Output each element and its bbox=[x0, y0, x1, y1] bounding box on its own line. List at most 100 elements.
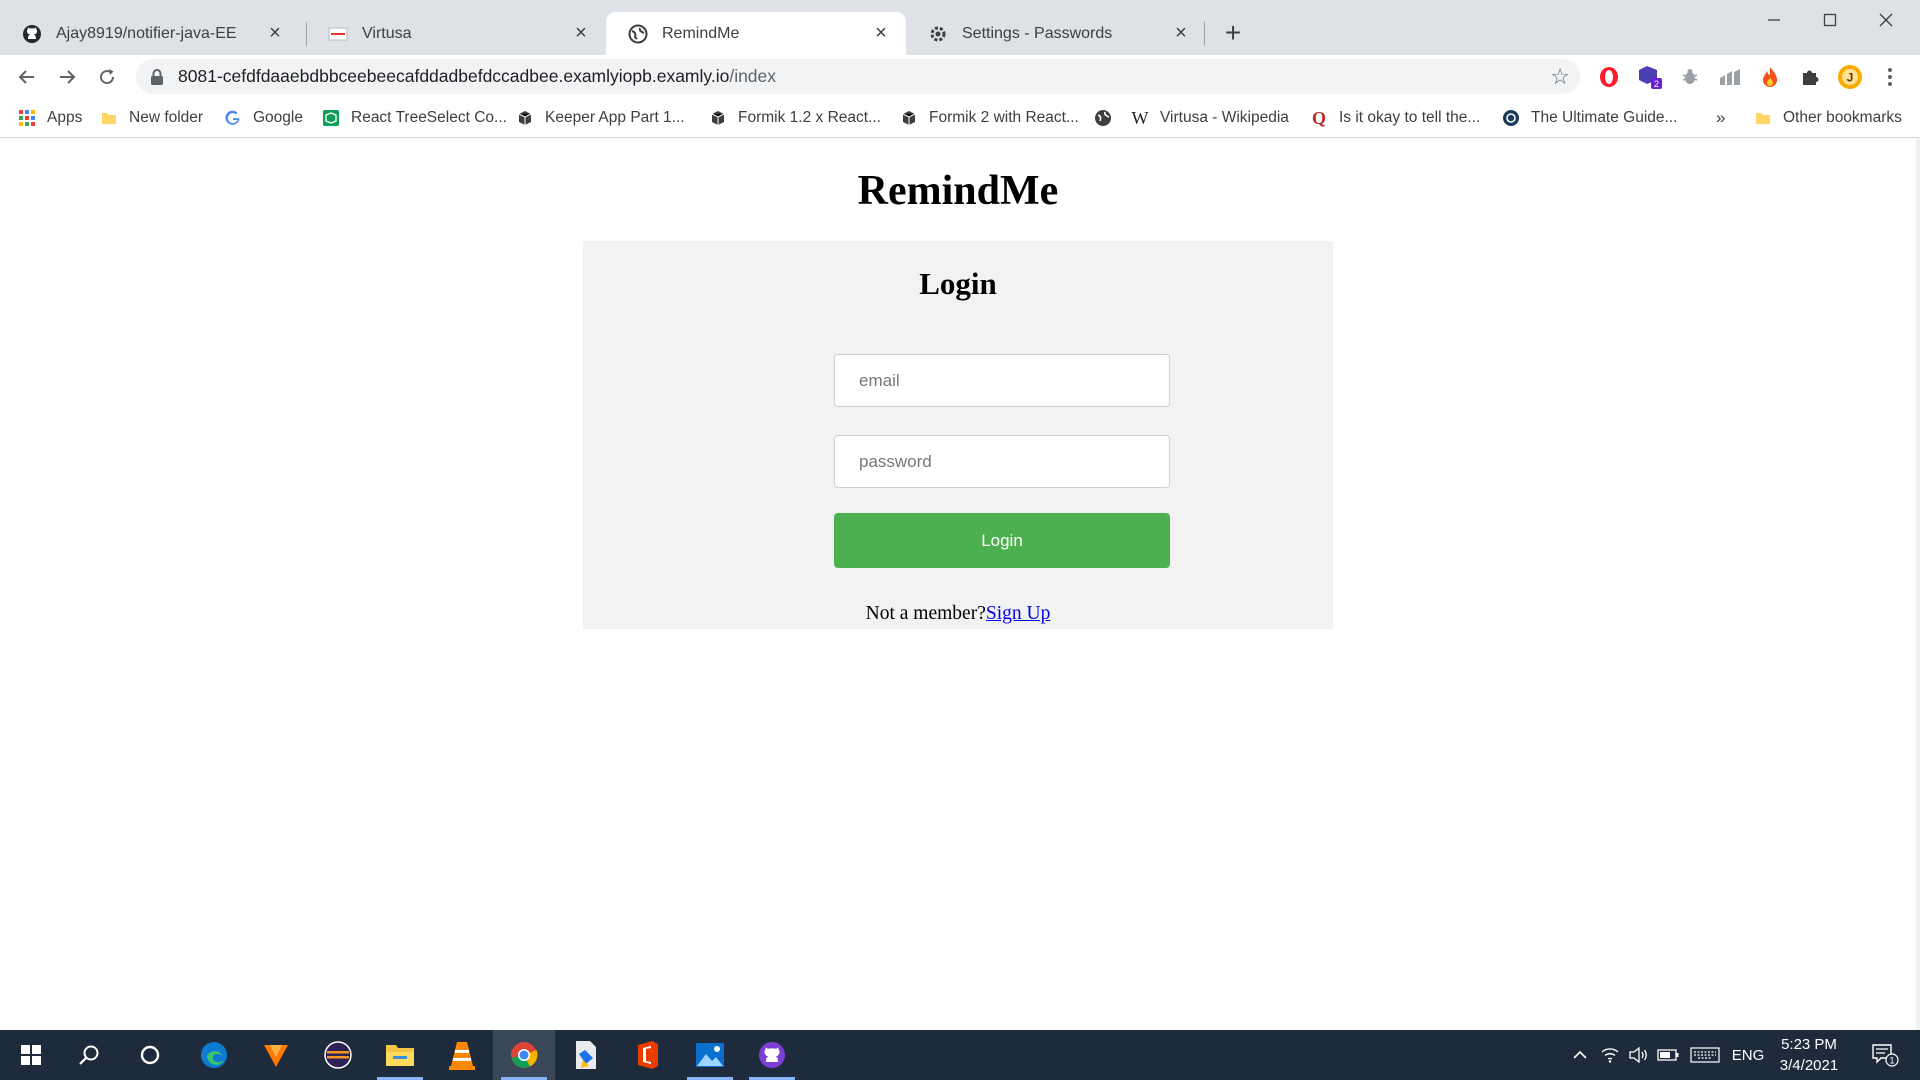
teams-extension-icon[interactable]: 2 bbox=[1637, 64, 1663, 90]
globe-icon bbox=[1094, 109, 1112, 127]
browser-toolbar: 8081-cefdfdaaebdbbceebeecafddadbefdccadb… bbox=[0, 55, 1920, 98]
tab-settings-passwords[interactable]: Settings - Passwords × bbox=[906, 12, 1206, 55]
minimize-icon[interactable] bbox=[1746, 0, 1802, 40]
maximize-icon[interactable] bbox=[1802, 0, 1858, 40]
close-icon[interactable]: × bbox=[870, 22, 892, 45]
signup-prompt-line: Not a member?Sign Up bbox=[583, 603, 1333, 625]
vlc-icon[interactable] bbox=[431, 1030, 493, 1080]
bookmark-google[interactable]: Google bbox=[224, 106, 303, 130]
notifications-icon[interactable]: 1 bbox=[1862, 1030, 1908, 1080]
clock[interactable]: 5:23 PM 3/4/2021 bbox=[1766, 1034, 1852, 1076]
clock-time: 5:23 PM bbox=[1781, 1036, 1837, 1053]
cube-icon bbox=[900, 109, 918, 127]
vlc-like-orange-icon[interactable] bbox=[245, 1030, 307, 1080]
bookmark-wikipedia[interactable]: W Virtusa - Wikipedia bbox=[1131, 106, 1289, 130]
clock-date: 3/4/2021 bbox=[1779, 1057, 1839, 1074]
tab-github[interactable]: Ajay8919/notifier-java-EE × bbox=[0, 12, 300, 55]
tab-remindme[interactable]: RemindMe × bbox=[606, 12, 906, 55]
signup-link[interactable]: Sign Up bbox=[986, 603, 1050, 624]
url-path: /index bbox=[729, 66, 777, 86]
login-button[interactable]: Login bbox=[834, 513, 1170, 568]
globe-icon bbox=[628, 24, 648, 44]
office-icon[interactable] bbox=[617, 1030, 679, 1080]
google-icon bbox=[224, 109, 242, 127]
github-icon bbox=[22, 24, 42, 44]
chrome-icon[interactable] bbox=[493, 1030, 555, 1080]
close-icon[interactable]: × bbox=[264, 22, 286, 45]
search-icon[interactable] bbox=[58, 1030, 120, 1080]
cortana-icon[interactable] bbox=[119, 1030, 181, 1080]
bookmark-label: Keeper App Part 1... bbox=[545, 109, 685, 126]
bookmark-react-treeselect[interactable]: React TreeSelect Co... bbox=[322, 106, 507, 130]
bookmark-label: Is it okay to tell the... bbox=[1339, 109, 1481, 126]
url-host: 8081-cefdfdaaebdbbceebeecafddadbefdccadb… bbox=[178, 66, 730, 86]
close-window-icon[interactable] bbox=[1858, 0, 1914, 40]
document-app-icon[interactable] bbox=[555, 1030, 617, 1080]
battery-icon[interactable] bbox=[1656, 1030, 1680, 1080]
chart-extension-icon[interactable] bbox=[1717, 64, 1743, 90]
close-icon[interactable]: × bbox=[1170, 22, 1192, 45]
reload-icon[interactable] bbox=[92, 62, 122, 92]
forward-arrow-icon[interactable] bbox=[52, 62, 82, 92]
bookmark-globe[interactable] bbox=[1094, 106, 1123, 130]
browser-tab-strip: Ajay8919/notifier-java-EE × Virtusa × Re… bbox=[0, 0, 1920, 55]
tab-title: Ajay8919/notifier-java-EE bbox=[56, 24, 237, 42]
volume-icon[interactable] bbox=[1627, 1030, 1651, 1080]
puzzle-extensions-icon[interactable] bbox=[1797, 64, 1823, 90]
email-field[interactable] bbox=[834, 354, 1170, 407]
bookmark-keeper-app[interactable]: Keeper App Part 1... bbox=[516, 106, 685, 130]
bug-extension-icon[interactable] bbox=[1677, 64, 1703, 90]
opera-extension-icon[interactable] bbox=[1596, 64, 1622, 90]
language-indicator[interactable]: ENG bbox=[1728, 1030, 1768, 1080]
back-arrow-icon[interactable] bbox=[12, 62, 42, 92]
profile-avatar[interactable]: J bbox=[1837, 64, 1863, 90]
bookmark-formik-1[interactable]: Formik 1.2 x React... bbox=[709, 106, 881, 130]
login-heading: Login bbox=[919, 266, 997, 301]
signup-prompt: Not a member? bbox=[865, 603, 986, 624]
codesandbox-icon bbox=[322, 109, 340, 127]
edge-icon[interactable] bbox=[183, 1030, 245, 1080]
tab-separator bbox=[1204, 22, 1205, 46]
tab-virtusa[interactable]: Virtusa × bbox=[306, 12, 606, 55]
windows-taskbar: ENG 5:23 PM 3/4/2021 1 bbox=[0, 1030, 1920, 1080]
password-field[interactable] bbox=[834, 435, 1170, 488]
windows-start-icon[interactable] bbox=[0, 1030, 62, 1080]
bookmark-new-folder[interactable]: New folder bbox=[100, 106, 203, 130]
github-desktop-icon[interactable] bbox=[741, 1030, 803, 1080]
file-explorer-icon[interactable] bbox=[369, 1030, 431, 1080]
bookmark-label: Google bbox=[253, 109, 303, 126]
fire-extension-icon[interactable] bbox=[1757, 64, 1783, 90]
bookmark-other-bookmarks[interactable]: Other bookmarks bbox=[1754, 106, 1902, 130]
page-scrollbar[interactable] bbox=[1916, 139, 1920, 1030]
site-icon bbox=[1502, 109, 1520, 127]
eclipse-icon[interactable] bbox=[307, 1030, 369, 1080]
bookmark-star-icon[interactable]: ☆ bbox=[1550, 64, 1570, 90]
bookmark-quora[interactable]: Q Is it okay to tell the... bbox=[1310, 106, 1480, 130]
bookmark-formik-2[interactable]: Formik 2 with React... bbox=[900, 106, 1079, 130]
bookmarks-overflow-chevron[interactable]: » bbox=[1716, 106, 1725, 130]
lock-icon bbox=[151, 68, 163, 85]
keyboard-icon[interactable] bbox=[1688, 1030, 1722, 1080]
wikipedia-icon: W bbox=[1131, 107, 1149, 128]
url-text: 8081-cefdfdaaebdbbceebeecafddadbefdccadb… bbox=[178, 66, 776, 87]
bookmark-ultimate-guide[interactable]: The Ultimate Guide... bbox=[1502, 106, 1677, 130]
bookmark-label: Virtusa - Wikipedia bbox=[1160, 109, 1289, 126]
bookmark-label: Apps bbox=[47, 109, 83, 126]
bookmark-label: Formik 1.2 x React... bbox=[738, 109, 881, 126]
bookmark-apps[interactable]: Apps bbox=[18, 106, 82, 130]
photos-icon[interactable] bbox=[679, 1030, 741, 1080]
notification-count: 1 bbox=[1889, 1056, 1894, 1066]
bookmark-label: Formik 2 with React... bbox=[929, 109, 1079, 126]
wifi-icon[interactable] bbox=[1598, 1030, 1622, 1080]
new-tab-button[interactable]: + bbox=[1218, 17, 1248, 48]
quora-icon: Q bbox=[1311, 107, 1326, 128]
virtusa-favicon bbox=[328, 24, 348, 44]
bookmark-label: React TreeSelect Co... bbox=[351, 109, 507, 126]
address-bar[interactable]: 8081-cefdfdaaebdbbceebeecafddadbefdccadb… bbox=[136, 59, 1580, 94]
folder-icon bbox=[1754, 109, 1772, 127]
cube-icon bbox=[516, 109, 534, 127]
menu-kebab-icon[interactable] bbox=[1877, 64, 1903, 90]
tray-overflow-chevron-icon[interactable] bbox=[1568, 1030, 1592, 1080]
close-icon[interactable]: × bbox=[570, 22, 592, 45]
profile-initial: J bbox=[1847, 71, 1854, 85]
